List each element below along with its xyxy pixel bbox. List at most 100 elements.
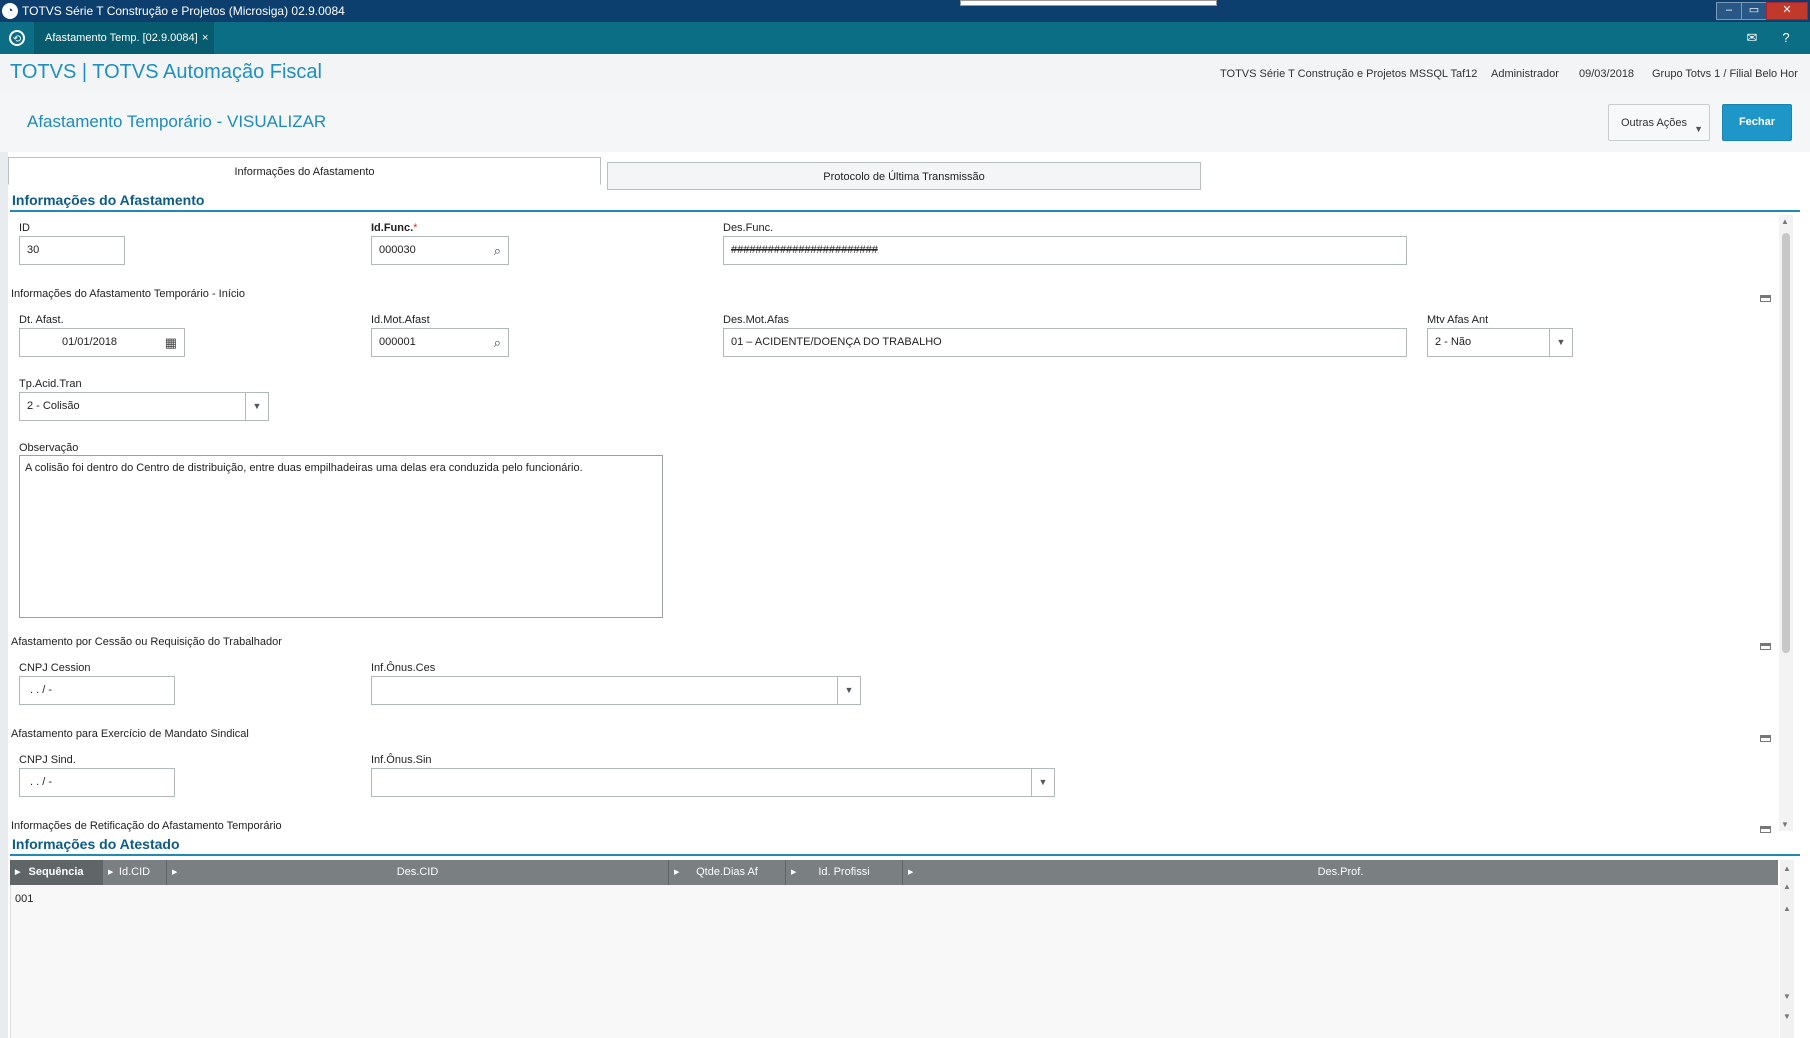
inf-onus-ces-label: Inf.Ônus.Ces xyxy=(371,662,436,674)
sort-icon: ▶ xyxy=(172,869,178,876)
dt-afast-field[interactable]: 01/01/2018 ▦ xyxy=(19,328,185,357)
tab-close-icon[interactable]: × xyxy=(202,22,208,54)
column-label: Des.CID xyxy=(396,866,439,878)
left-edge xyxy=(0,152,8,1038)
tp-acid-tran-label: Tp.Acid.Tran xyxy=(19,378,82,390)
id-mot-afast-field[interactable]: 000001 ⌕ xyxy=(371,328,509,357)
table-row[interactable]: 001 xyxy=(15,893,33,905)
inf-onus-sin-select[interactable]: ▼ xyxy=(371,768,1055,797)
search-icon[interactable]: ⌕ xyxy=(494,237,501,264)
mtv-afas-ant-label: Mtv Afas Ant xyxy=(1427,314,1489,326)
scroll-down-icon[interactable]: ▼ xyxy=(1781,820,1789,829)
column-des-prof[interactable]: ▶ Des.Prof. xyxy=(903,860,1778,885)
id-label: ID xyxy=(19,222,30,234)
observacao-label: Observação xyxy=(19,442,79,454)
column-des-cid[interactable]: ▶ Des.CID xyxy=(167,860,669,885)
column-sequencia[interactable]: ▶ Sequência xyxy=(10,860,103,885)
inf-onus-sin-label: Inf.Ônus.Sin xyxy=(371,754,432,766)
app-header: TOTVS | TOTVS Automação Fiscal TOTVS Sér… xyxy=(0,54,1810,93)
sort-icon: ▶ xyxy=(791,869,797,876)
id-func-label-text: Id.Func. xyxy=(371,222,414,234)
branch-label: Grupo Totvs 1 / Filial Belo Hor xyxy=(1652,68,1798,80)
dt-afast-label: Dt. Afast. xyxy=(19,314,64,326)
calendar-icon[interactable]: ▦ xyxy=(165,329,177,356)
collapse-icon[interactable] xyxy=(1760,735,1771,742)
sort-icon: ▶ xyxy=(15,869,21,876)
scroll-top-icon[interactable]: ▲ xyxy=(1783,864,1791,873)
chevron-down-icon: ▼ xyxy=(245,393,268,420)
page-title: Afastamento Temporário - VISUALIZAR xyxy=(27,112,327,131)
collapse-icon[interactable] xyxy=(1760,295,1771,302)
column-label: Id. Profissi xyxy=(818,866,870,878)
group-title-inicio: Informações do Afastamento Temporário - … xyxy=(11,288,245,300)
app-tab-bar: ⟲ Afastamento Temp. [02.9.0084] × ✉ ? xyxy=(0,22,1810,54)
column-label: Des.Prof. xyxy=(1317,866,1364,878)
atestado-grid-header: ▶ Sequência ▶ Id.CID ▶ Des.CID ▶ Qtde.Dias A… xyxy=(10,860,1778,885)
window-title-bar: ◔ TOTVS Série T Construção e Projetos (M… xyxy=(0,0,1810,22)
des-func-field[interactable]: ######################## xyxy=(723,236,1407,265)
observacao-textarea[interactable]: A colisão foi dentro do Centro de distri… xyxy=(19,455,663,618)
form-scrollbar[interactable]: ▲ ▼ xyxy=(1779,215,1793,831)
section-divider xyxy=(10,854,1800,856)
search-icon[interactable]: ⌕ xyxy=(494,329,501,356)
scroll-page-up-icon[interactable]: ▲ xyxy=(1783,882,1791,891)
mtv-afas-ant-select[interactable]: 2 - Não ▼ xyxy=(1427,328,1573,357)
scroll-page-down-icon[interactable]: ▼ xyxy=(1783,1012,1791,1021)
grid-scrollbar[interactable]: ▲ ▲ ▲ ▼ ▼ xyxy=(1780,860,1794,1038)
help-icon[interactable]: ? xyxy=(1778,30,1794,46)
column-id-profissi[interactable]: ▶ Id. Profissi xyxy=(786,860,903,885)
home-icon[interactable]: ⟲ xyxy=(9,30,25,46)
sort-icon: ▶ xyxy=(108,869,114,876)
maximize-button[interactable]: ▭ xyxy=(1741,2,1767,20)
mail-icon[interactable]: ✉ xyxy=(1744,30,1760,46)
id-mot-afast-label: Id.Mot.Afast xyxy=(371,314,430,326)
cnpj-sind-label: CNPJ Sind. xyxy=(19,754,76,766)
tab-protocolo-label: Protocolo de Última Transmissão xyxy=(823,171,985,183)
column-qtde-dias[interactable]: ▶ Qtde.Dias Af xyxy=(669,860,786,885)
des-mot-afas-label: Des.Mot.Afas xyxy=(723,314,790,326)
tab-informacoes[interactable]: Informações do Afastamento xyxy=(8,157,601,185)
group-title-retificacao: Informações de Retificação do Afastament… xyxy=(11,820,282,832)
section-divider xyxy=(10,210,1800,212)
page-header: Afastamento Temporário - VISUALIZAR Outr… xyxy=(0,92,1810,152)
id-field[interactable]: 30 xyxy=(19,236,125,265)
other-actions-button[interactable]: Outras Ações ▼ xyxy=(1608,104,1710,141)
des-mot-afas-field[interactable]: 01 – ACIDENTE/DOENÇA DO TRABALHO xyxy=(723,328,1407,357)
app-name: TOTVS | TOTVS Automação Fiscal xyxy=(10,61,322,83)
collapse-icon[interactable] xyxy=(1760,643,1771,650)
window-title: TOTVS Série T Construção e Projetos (Mic… xyxy=(22,4,345,18)
column-id-cid[interactable]: ▶ Id.CID xyxy=(103,860,167,885)
sort-icon: ▶ xyxy=(908,869,914,876)
tab-afastamento[interactable]: Afastamento Temp. [02.9.0084] xyxy=(34,22,214,54)
user-label: Administrador xyxy=(1491,68,1559,80)
overlay-fragment xyxy=(960,0,1217,6)
id-func-field[interactable]: 000030 ⌕ xyxy=(371,236,509,265)
sort-icon: ▶ xyxy=(674,869,680,876)
inf-onus-ces-select[interactable]: ▼ xyxy=(371,676,861,705)
tab-informacoes-label: Informações do Afastamento xyxy=(234,166,375,178)
scroll-down-icon[interactable]: ▼ xyxy=(1783,992,1791,1001)
chevron-down-icon: ▼ xyxy=(837,677,860,704)
other-actions-label: Outras Ações xyxy=(1621,117,1688,129)
scrollbar-thumb[interactable] xyxy=(1782,233,1790,653)
cnpj-cession-label: CNPJ Cession xyxy=(19,662,91,674)
close-window-button[interactable]: ✕ xyxy=(1766,2,1808,20)
atestado-grid-body: 001 xyxy=(10,885,1779,1038)
section-title-atestado: Informações do Atestado xyxy=(12,836,180,852)
id-func-label: Id.Func.* xyxy=(371,222,417,234)
minimize-button[interactable]: – xyxy=(1716,2,1742,20)
tp-acid-tran-select[interactable]: 2 - Colisão ▼ xyxy=(19,392,269,421)
close-button[interactable]: Fechar xyxy=(1722,104,1792,141)
collapse-icon[interactable] xyxy=(1760,826,1771,833)
totvs-logo-icon: ◔ xyxy=(2,3,18,19)
des-func-label: Des.Func. xyxy=(723,222,774,234)
cnpj-sind-field[interactable]: . . / - xyxy=(19,768,175,797)
required-marker: * xyxy=(413,222,418,234)
group-title-sindical: Afastamento para Exercício de Mandato Si… xyxy=(11,728,249,740)
group-title-cessao: Afastamento por Cessão ou Requisição do … xyxy=(11,636,282,648)
cnpj-cession-field[interactable]: . . / - xyxy=(19,676,175,705)
chevron-down-icon: ▼ xyxy=(1031,769,1054,796)
scroll-up-icon[interactable]: ▲ xyxy=(1783,904,1791,913)
scroll-up-icon[interactable]: ▲ xyxy=(1781,217,1789,226)
tab-protocolo[interactable]: Protocolo de Última Transmissão xyxy=(607,162,1201,190)
